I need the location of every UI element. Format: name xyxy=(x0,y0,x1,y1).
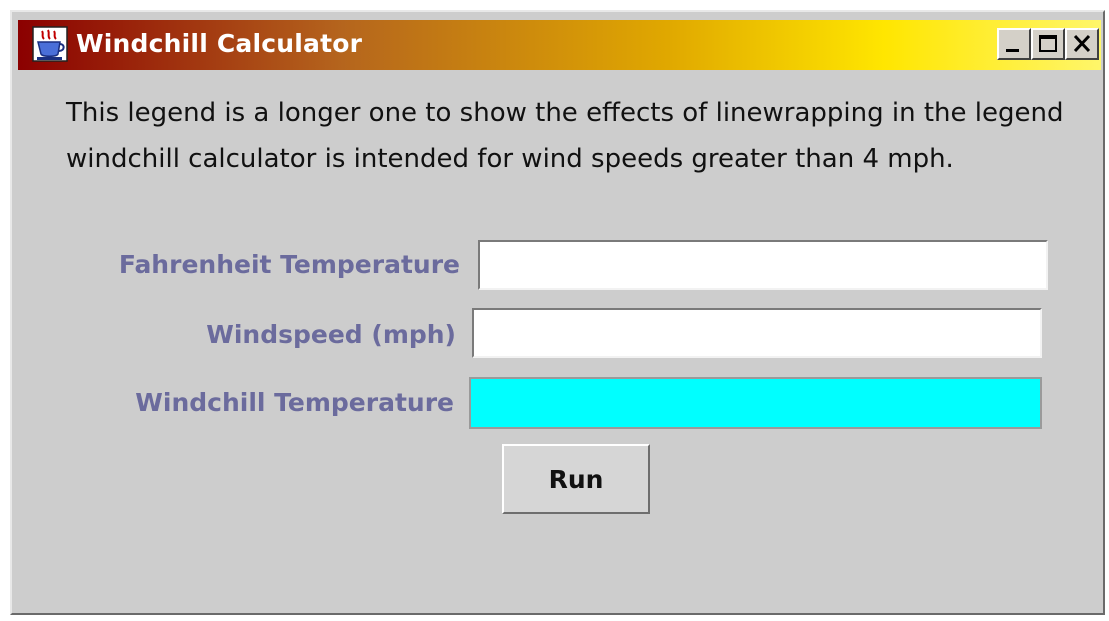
maximize-button[interactable] xyxy=(1031,28,1065,60)
fahrenheit-label: Fahrenheit Temperature xyxy=(118,250,460,279)
close-button[interactable] xyxy=(1065,28,1099,60)
app-window: Windchill Calculator This legend is a lo… xyxy=(10,10,1105,615)
close-icon xyxy=(1073,34,1091,53)
run-button[interactable]: Run xyxy=(502,444,650,514)
minimize-icon xyxy=(1006,49,1019,52)
title-bar[interactable]: Windchill Calculator xyxy=(18,20,1101,70)
legend-text: This legend is a longer one to show the … xyxy=(66,98,1064,174)
fahrenheit-input[interactable] xyxy=(478,240,1048,290)
windchill-output-field xyxy=(469,377,1042,429)
java-coffee-cup-icon[interactable] xyxy=(32,26,68,62)
windchill-label: Windchill Temperature xyxy=(135,388,454,417)
windspeed-input[interactable] xyxy=(472,308,1042,358)
windspeed-label: Windspeed (mph) xyxy=(206,320,456,349)
maximize-icon xyxy=(1039,35,1057,52)
minimize-button[interactable] xyxy=(997,28,1031,60)
window-title: Windchill Calculator xyxy=(76,29,363,58)
